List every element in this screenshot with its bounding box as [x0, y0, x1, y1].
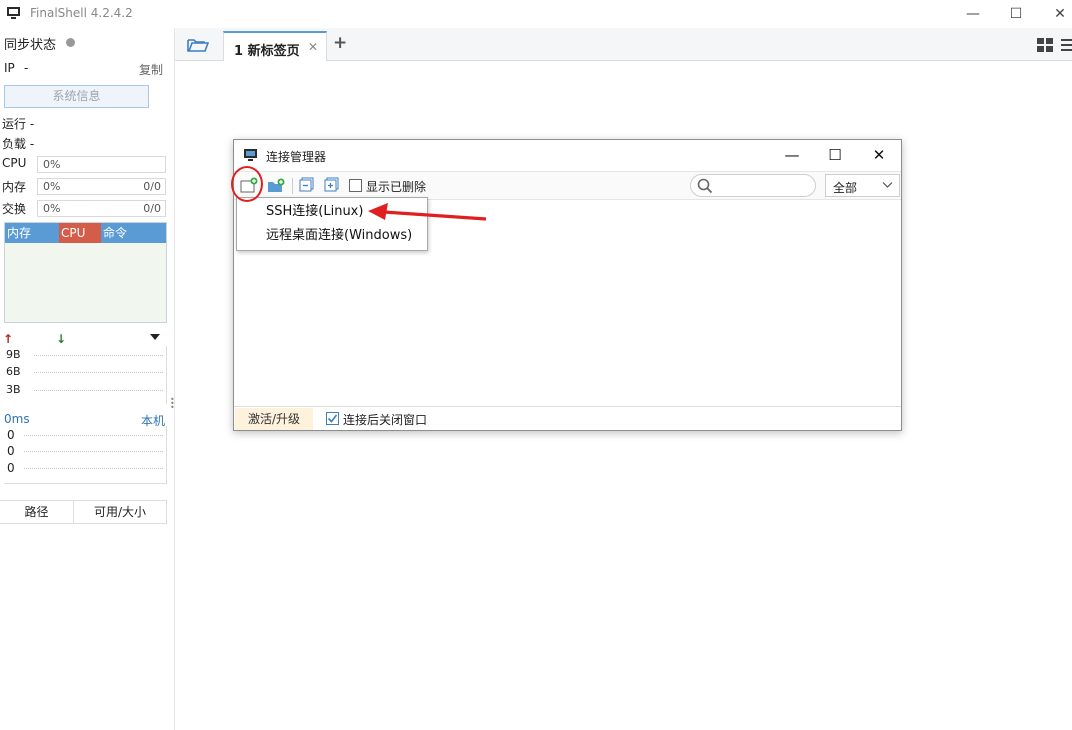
- app-title: FinalShell 4.2.4.2: [30, 6, 133, 20]
- net-interface-dropdown-icon[interactable]: [150, 334, 160, 340]
- show-deleted-checkbox[interactable]: [349, 179, 362, 192]
- finalshell-logo-icon: [7, 6, 21, 20]
- close-button[interactable]: ✕: [1045, 3, 1072, 25]
- annotation-arrow-icon: [366, 200, 488, 229]
- process-col-cmd[interactable]: 命令: [101, 223, 166, 243]
- net-upload-icon: ↑: [3, 332, 14, 346]
- folder-open-icon[interactable]: [187, 37, 210, 56]
- dialog-close-button[interactable]: ✕: [862, 143, 896, 167]
- disk-col-path[interactable]: 路径: [0, 501, 74, 523]
- sync-status-dot: [66, 38, 75, 47]
- tab-bar: 1 新标签页 ✕ +: [175, 28, 1072, 61]
- net-tick: 6B: [6, 365, 21, 378]
- sidebar: 同步状态 IP - 复制 系统信息 运行 - 负载 - CPU 0% 内存 0%…: [0, 28, 175, 730]
- ping-tick: 0: [7, 444, 15, 458]
- sysinfo-button[interactable]: 系统信息: [4, 85, 149, 108]
- add-tab-button[interactable]: +: [333, 33, 347, 53]
- swap-meter-percent: 0%: [43, 202, 61, 215]
- maximize-button[interactable]: ☐: [1001, 3, 1031, 25]
- title-bar: FinalShell 4.2.4.2 — ☐ ✕: [0, 0, 1072, 28]
- close-after-connect-label: 连接后关闭窗口: [343, 413, 428, 427]
- cpu-meter-label: CPU: [2, 156, 27, 170]
- network-graph: 9B 6B 3B: [4, 346, 167, 404]
- mem-meter-fraction: 0/0: [143, 180, 161, 193]
- new-folder-icon[interactable]: [267, 177, 285, 197]
- grid-view-icon[interactable]: [1037, 38, 1053, 55]
- collapse-all-icon[interactable]: [299, 177, 315, 196]
- mem-meter: 0% 0/0: [37, 178, 166, 195]
- connection-manager-dialog: 连接管理器 — ☐ ✕ 显示已删除 全部 激活/升级 连接后关闭窗口: [233, 139, 902, 431]
- run-status: 运行 -: [2, 117, 35, 131]
- search-input[interactable]: [690, 174, 816, 197]
- mem-meter-percent: 0%: [43, 180, 61, 193]
- ip-label: IP: [4, 61, 15, 75]
- dialog-footer: 激活/升级 连接后关闭窗口: [234, 406, 901, 430]
- dialog-toolbar: 显示已删除 全部: [234, 171, 901, 200]
- cpu-meter-percent: 0%: [43, 158, 61, 171]
- cpu-meter: 0%: [37, 156, 166, 173]
- search-icon: [697, 178, 713, 197]
- swap-meter-label: 交换: [2, 202, 27, 216]
- tab-new-tab[interactable]: 1 新标签页 ✕: [223, 31, 327, 61]
- show-deleted-label: 显示已删除: [366, 180, 427, 194]
- ip-value: -: [24, 61, 29, 75]
- chevron-down-icon: [882, 179, 893, 192]
- process-table[interactable]: 内存 CPU 命令: [4, 222, 167, 323]
- annotation-circle: [231, 166, 263, 202]
- ping-tick: 0: [7, 428, 15, 442]
- dialog-title: 连接管理器: [266, 150, 327, 164]
- disk-col-size[interactable]: 可用/大小: [74, 501, 166, 523]
- swap-meter: 0% 0/0: [37, 200, 166, 217]
- tab-close-icon[interactable]: ✕: [308, 40, 318, 54]
- swap-meter-fraction: 0/0: [143, 202, 161, 215]
- ping-latency: 0ms: [4, 412, 30, 426]
- minimize-button[interactable]: —: [958, 3, 988, 25]
- copy-ip-button[interactable]: 复制: [139, 61, 163, 78]
- tab-label: 1 新标签页: [234, 44, 300, 59]
- process-table-header: 内存 CPU 命令: [5, 223, 166, 243]
- ping-graph: 0 0 0: [4, 426, 167, 484]
- dialog-minimize-button[interactable]: —: [775, 143, 809, 167]
- close-after-connect-checkbox[interactable]: [326, 412, 339, 425]
- ping-tick: 0: [7, 461, 15, 475]
- filter-select[interactable]: 全部: [825, 174, 900, 197]
- dialog-maximize-button[interactable]: ☐: [818, 143, 852, 167]
- mem-meter-label: 内存: [2, 180, 27, 194]
- process-col-cpu[interactable]: CPU: [59, 223, 101, 243]
- net-download-icon: ↓: [56, 332, 67, 346]
- disk-table-header: 路径 可用/大小: [0, 500, 167, 524]
- expand-all-icon[interactable]: [324, 177, 340, 196]
- activate-upgrade-button[interactable]: 激活/升级: [235, 408, 313, 430]
- finalshell-logo-icon: [243, 147, 259, 166]
- sidebar-splitter[interactable]: • • •: [170, 396, 175, 412]
- sync-status-label: 同步状态: [4, 38, 57, 53]
- menu-icon[interactable]: [1061, 38, 1072, 55]
- load-status: 负载 -: [2, 137, 35, 151]
- process-col-mem[interactable]: 内存: [5, 223, 59, 243]
- net-tick: 3B: [6, 383, 21, 396]
- filter-value: 全部: [833, 181, 858, 195]
- net-tick: 9B: [6, 348, 21, 361]
